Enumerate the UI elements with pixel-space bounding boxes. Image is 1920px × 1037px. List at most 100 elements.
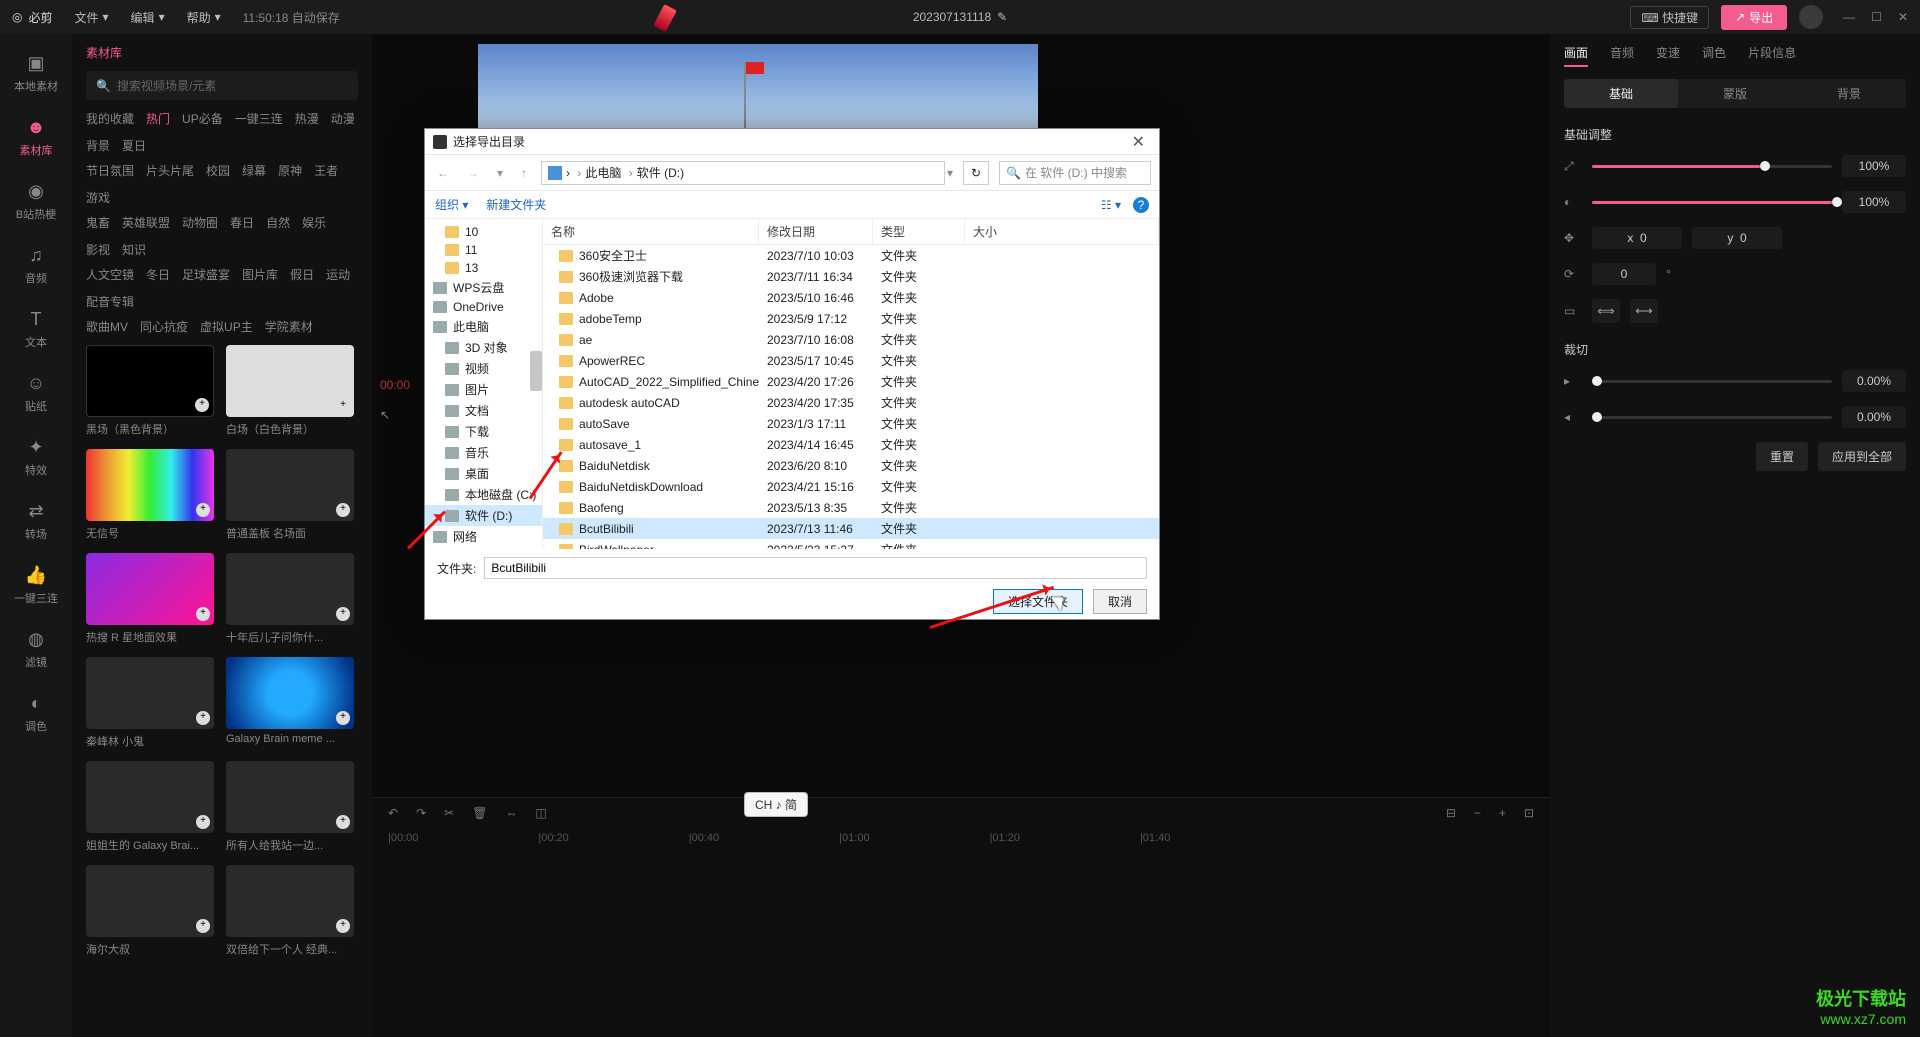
tag[interactable]: UP必备: [182, 110, 223, 127]
tab-audio[interactable]: 音频: [1610, 44, 1634, 67]
tag[interactable]: 影视: [86, 241, 110, 258]
tree-item[interactable]: 文档: [425, 400, 542, 421]
rail-sticker[interactable]: ☺贴纸: [0, 366, 72, 420]
thumb[interactable]: +双倍给下一个人 经典...: [226, 865, 354, 957]
add-icon[interactable]: +: [196, 919, 210, 933]
flip-h-button[interactable]: ⟺: [1592, 299, 1620, 323]
add-icon[interactable]: +: [196, 711, 210, 725]
cancel-button[interactable]: 取消: [1093, 589, 1147, 614]
col-type[interactable]: 类型: [873, 219, 965, 244]
refresh-button[interactable]: ↻: [963, 161, 989, 185]
pos-y[interactable]: y 0: [1692, 227, 1782, 249]
tag[interactable]: 同心抗疫: [140, 318, 188, 335]
thumb[interactable]: +秦峰林 小鬼: [86, 657, 214, 749]
tag[interactable]: 原神: [278, 162, 302, 179]
tab-color[interactable]: 调色: [1702, 44, 1726, 67]
tag[interactable]: 运动: [326, 266, 350, 283]
list-row[interactable]: ApowerREC2023/5/17 10:45文件夹: [543, 350, 1159, 371]
list-row[interactable]: 360安全卫士2023/7/10 10:03文件夹: [543, 245, 1159, 266]
thumb[interactable]: +十年后儿子问你什...: [226, 553, 354, 645]
rail-local[interactable]: ▣本地素材: [0, 46, 72, 100]
tree-item[interactable]: 视频: [425, 358, 542, 379]
file-list[interactable]: 名称 修改日期 类型 大小 360安全卫士2023/7/10 10:03文件夹3…: [543, 219, 1159, 549]
list-row[interactable]: 360极速浏览器下载2023/7/11 16:34文件夹: [543, 266, 1159, 287]
thumb[interactable]: +热搜 R 星地面效果: [86, 553, 214, 645]
fit-icon[interactable]: ⊡: [1524, 806, 1534, 820]
rail-audio[interactable]: ♫音频: [0, 238, 72, 292]
list-row[interactable]: BaiduNetdisk2023/6/20 8:10文件夹: [543, 455, 1159, 476]
rail-transition[interactable]: ⇄转场: [0, 494, 72, 548]
add-icon[interactable]: +: [336, 607, 350, 621]
maximize-button[interactable]: ☐: [1871, 10, 1882, 24]
rail-fx[interactable]: ✦特效: [0, 430, 72, 484]
tag[interactable]: 虚拟UP主: [200, 318, 253, 335]
dialog-titlebar[interactable]: 选择导出目录 ✕: [425, 129, 1159, 155]
flip-v-button[interactable]: ⟷: [1630, 299, 1658, 323]
rail-text[interactable]: T文本: [0, 302, 72, 356]
crop-icon[interactable]: ◫: [535, 806, 546, 820]
undo-icon[interactable]: ↶: [388, 806, 398, 820]
list-row[interactable]: ae2023/7/10 16:08文件夹: [543, 329, 1159, 350]
timeline[interactable]: ↶↷ ✂🗑 ⇔◫ ⊟ −+ ⊡ |00:00|00:20|00:40|01:00…: [372, 797, 1550, 1037]
col-size[interactable]: 大小: [965, 219, 1159, 244]
tree-item[interactable]: 桌面: [425, 463, 542, 484]
in-slider[interactable]: [1592, 380, 1832, 383]
tree-item[interactable]: 3D 对象: [425, 337, 542, 358]
list-row[interactable]: autosave_12023/4/14 16:45文件夹: [543, 434, 1159, 455]
col-name[interactable]: 名称: [543, 219, 759, 244]
edit-icon[interactable]: ✎: [997, 10, 1007, 24]
in-value[interactable]: 0.00%: [1842, 370, 1906, 392]
dialog-search[interactable]: 🔍在 软件 (D:) 中搜索: [999, 161, 1151, 185]
add-icon[interactable]: +: [195, 398, 209, 412]
tree-item[interactable]: 网络: [425, 526, 542, 547]
preview-video[interactable]: [478, 44, 1038, 136]
organize-button[interactable]: 组织 ▾: [435, 196, 468, 213]
list-row[interactable]: Baofeng2023/5/13 8:35文件夹: [543, 497, 1159, 518]
menu-file[interactable]: 文件 ▾: [75, 9, 109, 26]
opacity-value[interactable]: 100%: [1842, 191, 1906, 213]
tag[interactable]: 绿幕: [242, 162, 266, 179]
view-button[interactable]: ☷ ▾: [1101, 198, 1121, 212]
list-row[interactable]: autodesk autoCAD2023/4/20 17:35文件夹: [543, 392, 1159, 413]
scale-value[interactable]: 100%: [1842, 155, 1906, 177]
rail-library[interactable]: ☻素材库: [0, 110, 72, 164]
tag[interactable]: 动漫: [331, 110, 355, 127]
zoom-out-icon[interactable]: −: [1474, 806, 1481, 820]
rail-filter[interactable]: ◍滤镜: [0, 622, 72, 676]
scale-slider[interactable]: [1592, 165, 1832, 168]
tag[interactable]: 热门: [146, 110, 170, 127]
list-row[interactable]: BcutBilibili2023/7/13 11:46文件夹: [543, 518, 1159, 539]
tag[interactable]: 娱乐: [302, 214, 326, 231]
tab-clipinfo[interactable]: 片段信息: [1748, 44, 1796, 67]
minimize-button[interactable]: —: [1843, 10, 1855, 24]
thumb[interactable]: +姐姐生的 Galaxy Brai...: [86, 761, 214, 853]
list-row[interactable]: BaiduNetdiskDownload2023/4/21 15:16文件夹: [543, 476, 1159, 497]
subtab-bg[interactable]: 背景: [1792, 79, 1906, 108]
add-icon[interactable]: +: [336, 919, 350, 933]
tag[interactable]: 歌曲MV: [86, 318, 128, 335]
newfolder-button[interactable]: 新建文件夹: [486, 196, 546, 213]
tree-item[interactable]: 下载: [425, 421, 542, 442]
out-value[interactable]: 0.00%: [1842, 406, 1906, 428]
menu-edit[interactable]: 编辑 ▾: [131, 9, 165, 26]
rail-triple[interactable]: 👍一键三连: [0, 558, 72, 612]
snap-icon[interactable]: ⊟: [1446, 806, 1456, 820]
back-button[interactable]: ←: [433, 164, 453, 182]
thumb[interactable]: +白场（白色背景）: [226, 345, 354, 437]
thumb[interactable]: +海尔大叔: [86, 865, 214, 957]
tag[interactable]: 王者: [314, 162, 338, 179]
tree-item[interactable]: WPS云盘: [425, 277, 542, 298]
search-input[interactable]: 🔍搜索视频场景/元素: [86, 71, 358, 100]
menu-help[interactable]: 帮助 ▾: [187, 9, 221, 26]
tag[interactable]: 春日: [230, 214, 254, 231]
list-row[interactable]: AutoCAD_2022_Simplified_Chinese_Wi...202…: [543, 371, 1159, 392]
zoom-in-icon[interactable]: +: [1499, 806, 1506, 820]
subtab-basic[interactable]: 基础: [1564, 79, 1678, 108]
tag[interactable]: 片头片尾: [146, 162, 194, 179]
list-row[interactable]: BirdWallpaper2023/5/23 15:37文件夹: [543, 539, 1159, 549]
out-slider[interactable]: [1592, 416, 1832, 419]
shortcut-button[interactable]: ⌨ 快捷键: [1630, 6, 1709, 29]
tag[interactable]: 动物圈: [182, 214, 218, 231]
add-icon[interactable]: +: [336, 815, 350, 829]
list-row[interactable]: autoSave2023/1/3 17:11文件夹: [543, 413, 1159, 434]
